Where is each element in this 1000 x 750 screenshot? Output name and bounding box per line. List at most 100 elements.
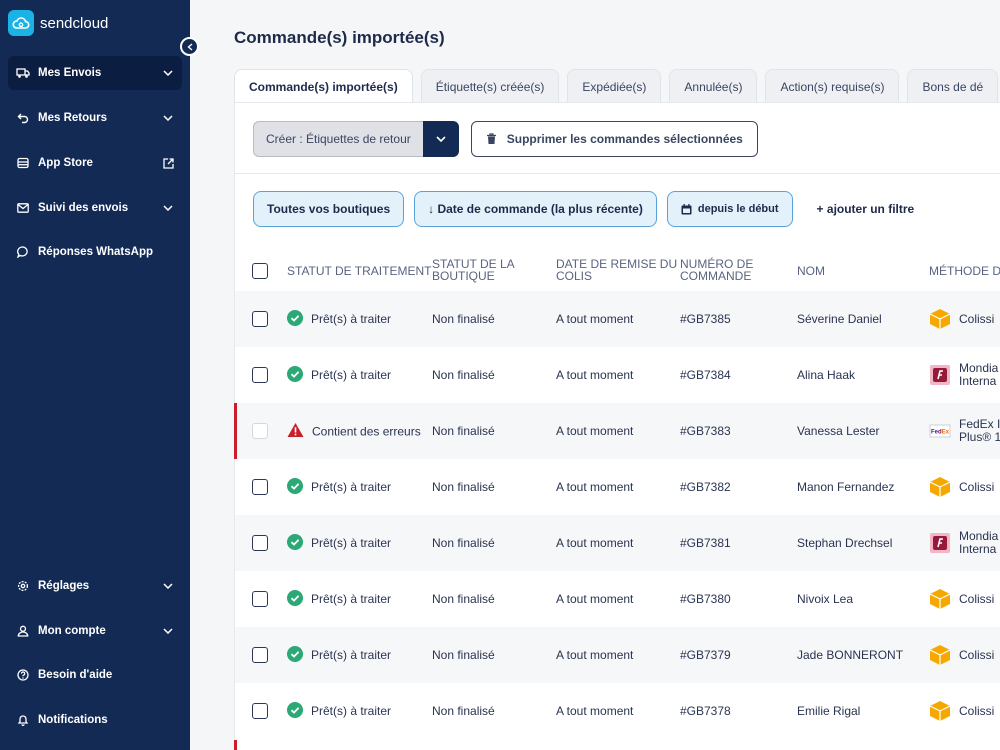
shop-status: Non finalisé [432,368,495,382]
shipping-method[interactable]: Colissi [929,644,994,666]
sidebar-item-besoin-daide[interactable]: Besoin d'aide [8,658,182,692]
sidebar-item-reponses-whatsapp[interactable]: Réponses WhatsApp [8,235,182,269]
sort-order-chip[interactable]: ↓ Date de commande (la plus récente) [414,191,657,227]
processing-status-label: Contient des erreurs [312,424,421,438]
sidebar-item-app-store[interactable]: App Store [8,146,182,180]
create-return-labels-button[interactable]: Créer : Étiquettes de retour [253,121,459,157]
row-checkbox[interactable] [252,703,268,719]
row-checkbox[interactable] [252,367,268,383]
table-row[interactable]: Prêt(s) à traiter Non finalisé A tout mo… [235,571,1000,627]
handover-date: A tout moment [556,312,634,326]
shipping-method[interactable]: Mondia Interna [929,530,998,556]
add-filter-button[interactable]: + ajouter un filtre [803,202,915,216]
tab-labels-created[interactable]: Étiquette(s) créée(s) [420,69,560,103]
order-number[interactable]: #GB7379 [680,649,731,661]
check-circle-icon [287,478,303,494]
header-handover-date[interactable]: DATE DE REMISE DU COLIS [556,258,677,282]
table-row[interactable]: Prêt(s) à traiter Non finalisé A tout mo… [235,459,1000,515]
header-status[interactable]: STATUT DE TRAITEMENT [287,265,431,277]
orders-panel: Créer : Étiquettes de retour Supprimer l… [234,102,1000,750]
trash-icon [486,133,496,144]
sidebar-item-label: Notifications [38,714,108,726]
table-row[interactable]: Prêt(s) à traiter Non finalisé A tout mo… [235,515,1000,571]
sidebar-item-mon-compte[interactable]: Mon compte [8,614,182,648]
colissimo-logo-icon [929,589,951,609]
row-checkbox[interactable] [252,535,268,551]
order-number[interactable]: #GB7385 [680,313,731,325]
handover-date: A tout moment [556,648,634,662]
header-order-line2: COMMANDE [680,269,752,283]
tab-delivery-notes[interactable]: Bons de dé [907,69,999,103]
delete-selected-orders-button[interactable]: Supprimer les commandes sélectionnées [470,121,758,157]
processing-status: Prêt(s) à traiter [287,478,391,496]
sidebar-item-label: Mon compte [38,625,106,637]
shipping-method[interactable]: FedEx FedEx I Plus® 1 [929,418,1000,444]
sidebar-item-notifications[interactable]: Notifications [8,703,182,737]
header-name[interactable]: NOM [797,265,825,277]
table-row[interactable]: Contient des erreurs Non finalisé A tout… [234,403,1000,459]
processing-status: Prêt(s) à traiter [287,702,391,720]
row-checkbox[interactable] [252,591,268,607]
create-return-labels-label[interactable]: Créer : Étiquettes de retour [253,121,423,157]
header-shop-status[interactable]: STATUT DE LA BOUTIQUE [432,258,515,282]
table-row[interactable]: Prêt(s) à traiter Non finalisé A tout mo… [235,683,1000,739]
order-number[interactable]: #GB7382 [680,481,731,493]
chat-bubble-icon [16,245,30,259]
shipping-method[interactable]: Colissi [929,308,994,330]
shipping-method-label: Colissi [959,647,995,662]
mondial-relay-logo-icon [930,533,950,553]
shipping-method[interactable]: Colissi [929,588,994,610]
order-number[interactable]: #GB7384 [680,369,731,381]
shipping-method[interactable]: Colissi [929,700,994,722]
handover-date: A tout moment [556,480,634,494]
order-number[interactable]: #GB7378 [680,705,731,717]
calendar-icon [681,203,692,214]
sidebar-item-mes-retours[interactable]: Mes Retours [8,101,182,135]
logo[interactable]: sendcloud [8,10,108,36]
row-checkbox[interactable] [252,311,268,327]
shop-status: Non finalisé [432,592,495,606]
handover-date: A tout moment [556,536,634,550]
order-number[interactable]: #GB7383 [680,425,731,437]
shipping-method[interactable]: Colissi [929,476,994,498]
tab-action-required[interactable]: Action(s) requise(s) [765,69,900,103]
sidebar-item-suivi-des-envois[interactable]: Suivi des envois [8,191,182,225]
sidebar-item-label: Besoin d'aide [38,669,113,681]
collapse-sidebar-button[interactable] [180,37,199,56]
select-all-checkbox[interactable] [252,263,268,279]
shipping-method-label: Mondia Interna [959,361,999,388]
bulk-actions: Créer : Étiquettes de retour Supprimer l… [253,121,758,157]
shop-filter-chip[interactable]: Toutes vos boutiques [253,191,405,227]
date-range-chip[interactable]: depuis le début [666,191,793,227]
tab-imported-orders[interactable]: Commande(s) importée(s) [234,69,413,103]
table-row[interactable]: Prêt(s) à traiter Non finalisé A tout mo… [235,347,1000,403]
processing-status-label: Prêt(s) à traiter [311,592,392,606]
row-checkbox[interactable] [252,423,268,439]
header-shipping-method[interactable]: MÉTHODE D' [929,265,1000,277]
processing-status: Contient des erreurs [287,423,421,440]
processing-status: Prêt(s) à traiter [287,534,391,552]
table-row[interactable]: Prêt(s) à traiter Non finalisé A tout mo… [235,627,1000,683]
sidebar-item-mes-envois[interactable]: Mes Envois [8,56,182,90]
chevron-down-icon [162,580,174,592]
row-checkbox[interactable] [252,647,268,663]
colissimo-logo-icon [929,701,951,721]
handover-date: A tout moment [556,424,634,438]
row-checkbox[interactable] [252,479,268,495]
processing-status-label: Prêt(s) à traiter [311,312,392,326]
table-row[interactable]: Prêt(s) à traiter Non finalisé A tout mo… [235,291,1000,347]
order-number[interactable]: #GB7381 [680,537,731,549]
store-icon [16,156,30,170]
shipping-method-label: Colissi [959,703,995,718]
tab-shipped[interactable]: Expédiée(s) [567,69,662,103]
order-number[interactable]: #GB7380 [680,593,731,605]
sidebar-item-reglages[interactable]: Réglages [8,569,182,603]
customer-name: Stephan Drechsel [797,536,893,550]
shipping-method-label: Colissi [959,311,995,326]
shipping-method[interactable]: Mondia Interna [929,362,998,388]
header-order-number[interactable]: NUMÉRO DE COMMANDE [680,258,753,282]
processing-status: Prêt(s) à traiter [287,310,391,328]
tab-cancelled[interactable]: Annulée(s) [669,69,758,103]
create-dropdown-toggle[interactable] [422,121,459,157]
chevron-left-icon [186,42,192,51]
